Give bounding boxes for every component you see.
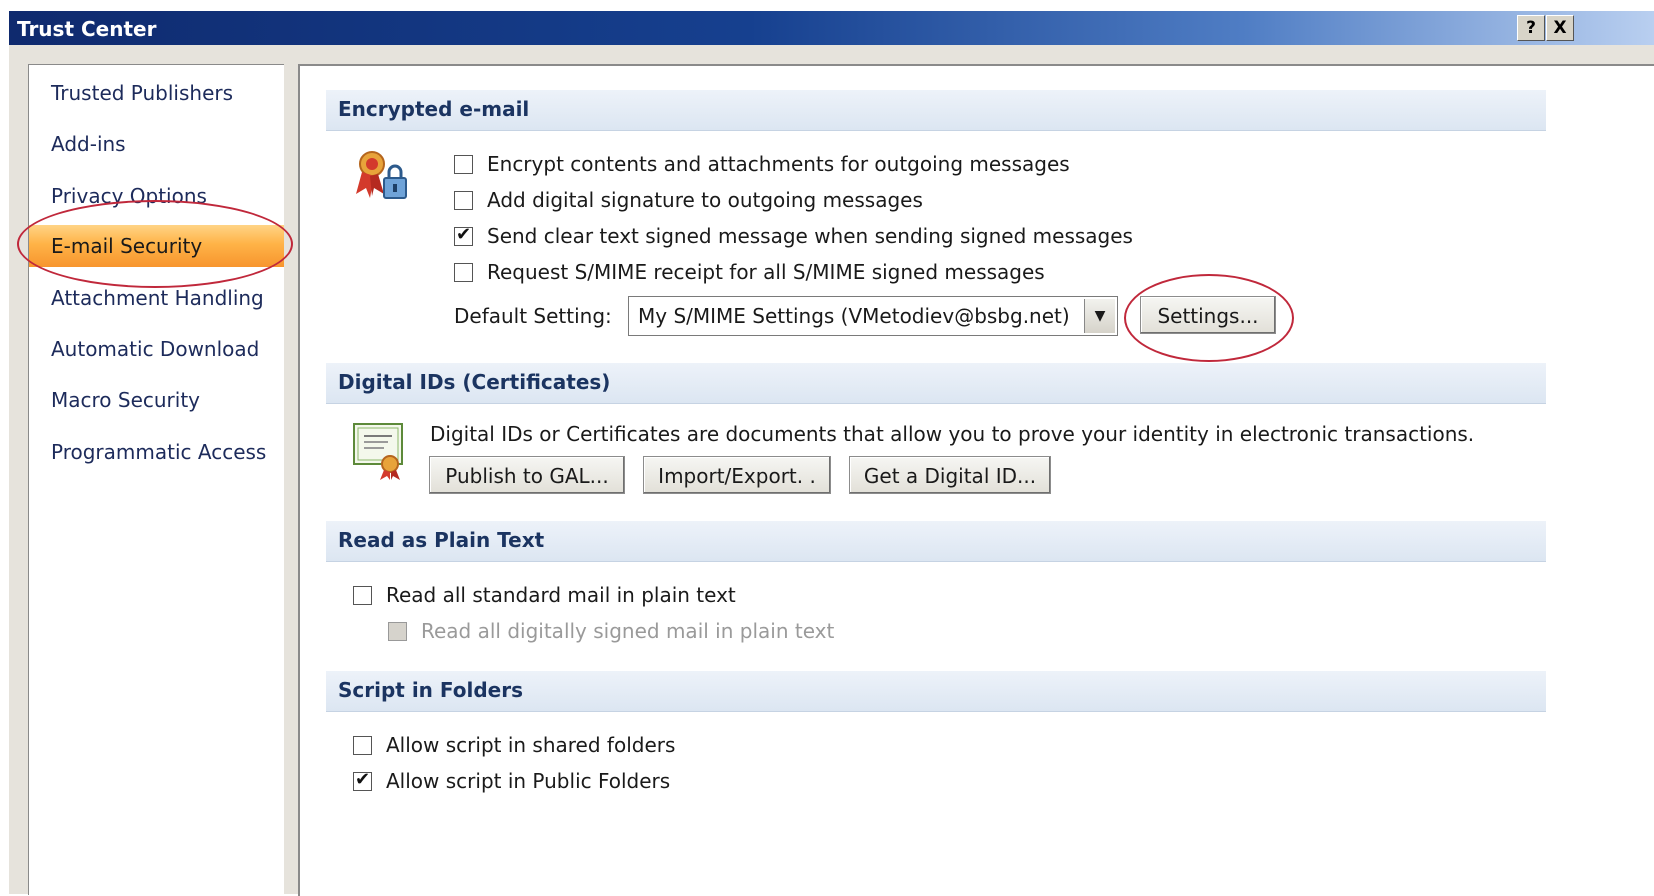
checkbox[interactable] [353, 735, 372, 755]
title-bar: Trust Center ? X [9, 11, 1654, 45]
option-send-clear-text[interactable]: Send clear text signed message when send… [454, 224, 1133, 248]
section-title: Script in Folders [338, 678, 523, 702]
option-label: Allow script in shared folders [386, 733, 676, 757]
checkbox-disabled [388, 621, 407, 641]
close-button[interactable]: X [1546, 15, 1574, 41]
option-label: Request S/MIME receipt for all S/MIME si… [487, 260, 1045, 284]
default-setting-label: Default Setting: [454, 304, 612, 328]
checkbox[interactable] [454, 154, 473, 174]
get-digital-id-button[interactable]: Get a Digital ID... [849, 456, 1051, 494]
option-label: Read all digitally signed mail in plain … [421, 619, 835, 643]
dropdown-value: My S/MIME Settings (VMetodiev@bsbg.net) [638, 304, 1070, 328]
default-setting-dropdown[interactable]: My S/MIME Settings (VMetodiev@bsbg.net) … [628, 296, 1118, 336]
option-script-public-folders[interactable]: Allow script in Public Folders [353, 769, 670, 793]
help-button[interactable]: ? [1517, 15, 1545, 41]
checkbox[interactable] [353, 769, 372, 791]
chevron-down-icon[interactable]: ▼ [1084, 299, 1115, 333]
sidebar-item-macro-security[interactable]: Macro Security [51, 388, 200, 412]
sidebar-item-automatic-download[interactable]: Automatic Download [51, 337, 259, 361]
option-label: Allow script in Public Folders [386, 769, 671, 793]
section-encrypted-email: Encrypted e-mail [326, 90, 1546, 131]
option-read-signed-plain: Read all digitally signed mail in plain … [388, 619, 834, 643]
option-encrypt-contents[interactable]: Encrypt contents and attachments for out… [454, 152, 1070, 176]
sidebar-item-programmatic-access[interactable]: Programmatic Access [51, 440, 266, 464]
publish-to-gal-button[interactable]: Publish to GAL... [429, 456, 625, 494]
option-read-standard-plain[interactable]: Read all standard mail in plain text [353, 583, 736, 607]
section-read-plain-text: Read as Plain Text [326, 521, 1546, 562]
highlight-ring-settings [1124, 274, 1294, 362]
sidebar: Trusted Publishers Add-ins Privacy Optio… [28, 64, 284, 895]
sidebar-item-trusted-publishers[interactable]: Trusted Publishers [51, 81, 233, 105]
checkbox[interactable] [353, 585, 372, 605]
main-panel: Encrypted e-mail Encrypt contents and at… [298, 64, 1654, 896]
option-request-smime-receipt[interactable]: Request S/MIME receipt for all S/MIME si… [454, 260, 1045, 284]
certificate-icon [350, 420, 408, 482]
sidebar-item-attachment-handling[interactable]: Attachment Handling [51, 286, 264, 310]
digital-ids-description: Digital IDs or Certificates are document… [430, 422, 1475, 446]
highlight-ring-email-security [17, 200, 293, 288]
section-script-folders: Script in Folders [326, 671, 1546, 712]
option-label: Add digital signature to outgoing messag… [487, 188, 923, 212]
option-label: Encrypt contents and attachments for out… [487, 152, 1070, 176]
window-title: Trust Center [17, 17, 157, 41]
import-export-button[interactable]: Import/Export. . [643, 456, 831, 494]
checkbox[interactable] [454, 224, 473, 246]
option-script-shared-folders[interactable]: Allow script in shared folders [353, 733, 675, 757]
option-add-digital-signature[interactable]: Add digital signature to outgoing messag… [454, 188, 923, 212]
section-title: Read as Plain Text [338, 528, 545, 552]
ribbon-lock-icon [350, 148, 412, 210]
sidebar-item-add-ins[interactable]: Add-ins [51, 132, 126, 156]
checkbox[interactable] [454, 190, 473, 210]
checkbox[interactable] [454, 262, 473, 282]
section-title: Encrypted e-mail [338, 97, 530, 121]
option-label: Send clear text signed message when send… [487, 224, 1133, 248]
section-digital-ids: Digital IDs (Certificates) [326, 363, 1546, 404]
option-label: Read all standard mail in plain text [386, 583, 736, 607]
section-title: Digital IDs (Certificates) [338, 370, 611, 394]
